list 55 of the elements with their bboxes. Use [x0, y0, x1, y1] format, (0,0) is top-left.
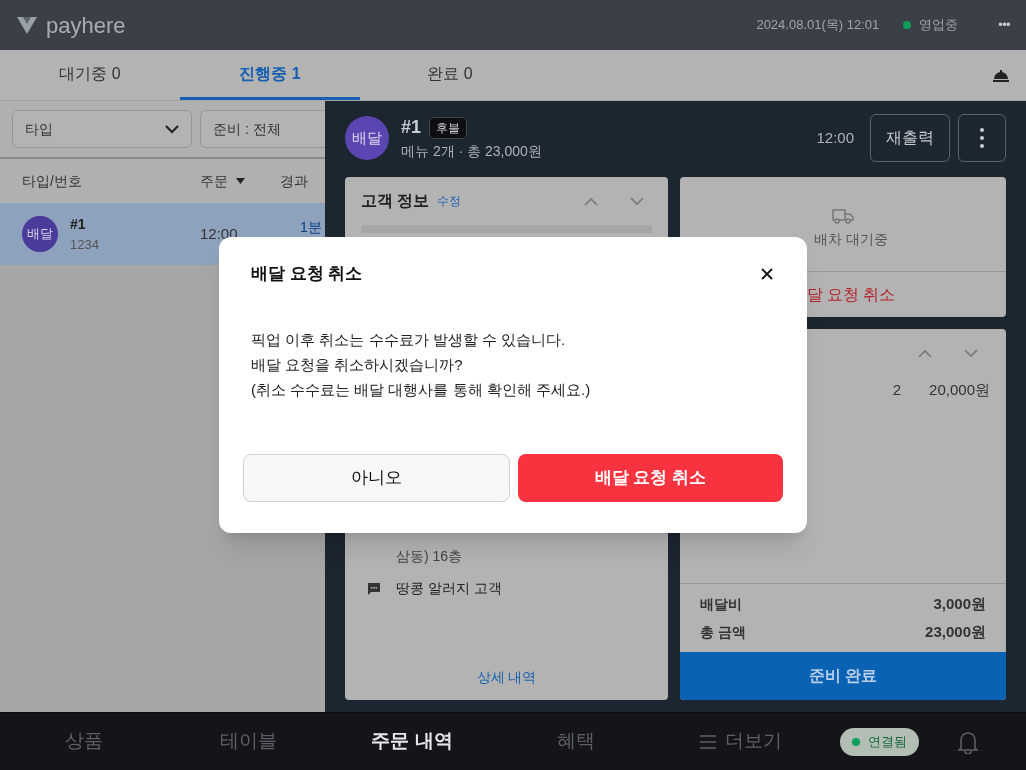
fee-value: 23,000원	[925, 621, 986, 642]
order-summary: 메뉴 2개 · 총 23,000원	[401, 142, 542, 161]
chevron-up-icon[interactable]	[918, 348, 932, 358]
item-price: 20,000원	[929, 379, 990, 400]
sort-icon	[236, 178, 245, 184]
reprint-button[interactable]: 재출력	[870, 114, 950, 162]
chevron-down-icon[interactable]	[964, 348, 978, 358]
message-icon	[367, 582, 381, 595]
dispatch-status: 배차 대기중	[814, 229, 888, 249]
dialog-title: 배달 요청 취소	[251, 263, 363, 285]
dialog-message: 배달 요청을 취소하시겠습니까?	[251, 354, 464, 375]
memo-text: 땅콩 알러지 고객	[396, 579, 502, 598]
order-number: #1	[401, 116, 422, 139]
filter-dropdown[interactable]: 타입	[12, 110, 192, 148]
status-tab[interactable]: 완료 0	[360, 50, 540, 100]
chevron-down-icon[interactable]	[630, 196, 644, 206]
nav-tab[interactable]: 주문 내역	[330, 727, 494, 756]
fee-value: 3,000원	[933, 593, 986, 614]
filter-dropdown[interactable]: 준비 : 전체	[200, 110, 325, 148]
menu-icon	[698, 733, 717, 750]
item-quantity: 2	[892, 379, 902, 400]
close-button[interactable]	[759, 265, 775, 282]
more-button[interactable]: •••	[998, 15, 1010, 35]
chevron-up-icon[interactable]	[584, 196, 598, 206]
dialog-message: 픽업 이후 취소는 수수료가 발생할 수 있습니다.	[251, 329, 567, 350]
delivery-badge: 배달	[22, 216, 58, 252]
brand-name: payhere	[46, 11, 126, 40]
fee-label: 배달비	[700, 594, 742, 614]
address-text: 삼동) 16층	[396, 547, 464, 566]
order-code: 1234	[70, 235, 100, 254]
edit-link[interactable]: 수정	[437, 192, 462, 210]
fee-label: 총 금액	[700, 622, 746, 642]
card-title: 고객 정보	[361, 191, 430, 211]
close-icon	[761, 267, 773, 280]
confirm-cancel-button[interactable]: 배달 요청 취소	[518, 454, 783, 502]
logo-icon	[16, 15, 38, 35]
status-tab[interactable]: 대기중 0	[0, 50, 180, 100]
order-time: 12:00	[816, 127, 854, 148]
payment-tag: 후불	[429, 116, 468, 139]
more-vertical-icon	[980, 128, 984, 148]
connection-status: 연결됨	[840, 727, 919, 756]
column-header[interactable]: 주문	[200, 170, 280, 192]
truck-icon	[831, 206, 855, 225]
dialog-message: (취소 수수료는 배달 대행사를 통해 확인해 주세요.)	[251, 379, 592, 400]
more-options-button[interactable]	[958, 114, 1006, 162]
date-time: 2024.08.01(목) 12:01	[756, 16, 880, 35]
bell-icon[interactable]	[992, 68, 1010, 82]
ready-done-button[interactable]: 준비 완료	[680, 652, 1006, 700]
chevron-down-icon	[165, 124, 179, 134]
no-button[interactable]: 아니오	[243, 454, 510, 502]
delivery-badge: 배달	[345, 116, 389, 160]
order-number: #1	[70, 214, 87, 234]
elapsed-time: 1분	[300, 219, 322, 235]
column-header: 타입/번호	[21, 171, 83, 191]
store-status: 영업중	[919, 16, 959, 35]
